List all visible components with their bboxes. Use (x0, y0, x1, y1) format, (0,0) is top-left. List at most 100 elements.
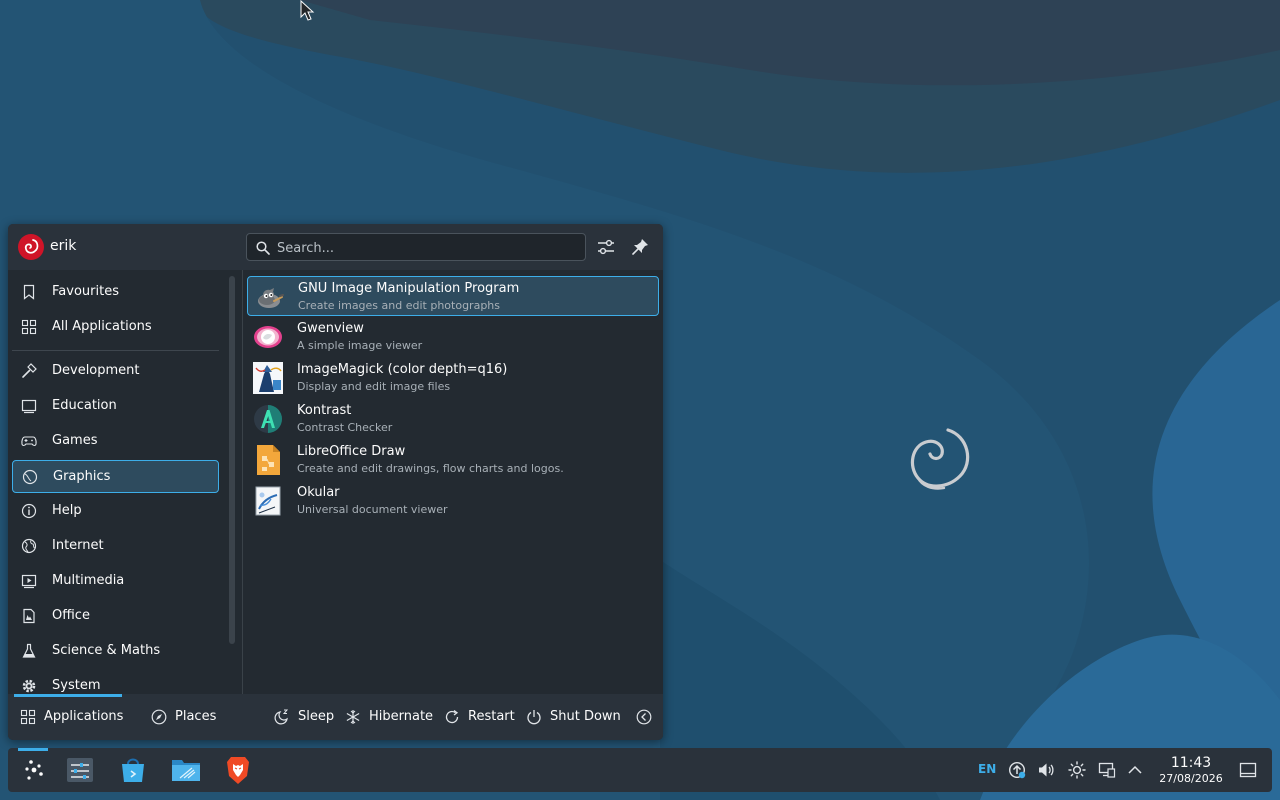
sleep-button[interactable]: Sleep (274, 694, 334, 740)
category-all-applications[interactable]: All Applications (12, 311, 219, 344)
category-education[interactable]: Education (12, 390, 219, 423)
volume-icon[interactable] (1037, 761, 1055, 779)
pin-icon[interactable] (629, 236, 651, 258)
app-description: Create images and edit photographs (298, 299, 501, 312)
flask-icon (22, 643, 36, 658)
sidebar-separator (12, 350, 219, 351)
brave-browser-icon[interactable] (222, 754, 254, 786)
category-office[interactable]: Office (12, 600, 219, 633)
category-label: System (52, 678, 101, 693)
monitor-icon (21, 399, 37, 414)
taskbar-panel: EN 11:43 27/08/2026 (8, 748, 1272, 792)
multimedia-icon (21, 574, 37, 589)
show-hidden-icons-chevron-up-icon[interactable] (1126, 761, 1144, 779)
sidebar-scrollbar[interactable] (229, 276, 235, 644)
app-description: Display and edit image files (297, 380, 451, 393)
tab-label: Places (175, 709, 217, 724)
tab-label: Applications (44, 709, 124, 724)
app-name: GNU Image Manipulation Program (298, 281, 520, 296)
button-label: Restart (468, 709, 515, 724)
category-label: Education (52, 398, 117, 413)
app-name: Okular (297, 485, 340, 500)
system-settings-icon[interactable] (64, 754, 96, 786)
button-label: Shut Down (550, 709, 621, 724)
category-favourites[interactable]: Favourites (12, 276, 219, 309)
leave-more-icon[interactable] (636, 709, 652, 725)
category-internet[interactable]: Internet (12, 530, 219, 563)
compass-icon (151, 709, 167, 725)
graphics-icon (22, 469, 38, 485)
launcher-footer: Applications Places Sleep Hibernate Rest… (8, 694, 663, 740)
app-description: A simple image viewer (297, 339, 423, 352)
button-label: Sleep (298, 709, 335, 724)
search-input[interactable] (275, 238, 579, 258)
category-label: Internet (52, 538, 104, 553)
search-field[interactable] (246, 233, 586, 261)
restart-icon (445, 709, 459, 724)
category-label: Multimedia (52, 573, 125, 588)
configure-sliders-icon[interactable] (595, 236, 617, 258)
kontrast-icon (254, 405, 282, 433)
user-name[interactable]: erik (50, 238, 76, 254)
clock-time[interactable]: 11:43 (1154, 755, 1228, 771)
grid-icon (21, 319, 37, 335)
tab-places[interactable]: Places (151, 694, 221, 740)
help-icon (21, 503, 37, 519)
app-description: Create and edit drawings, flow charts an… (297, 462, 564, 475)
updates-icon[interactable] (1008, 761, 1026, 779)
category-system[interactable]: System (12, 670, 219, 694)
gamepad-icon (21, 436, 37, 447)
launcher-header: erik (8, 224, 663, 270)
category-development[interactable]: Development (12, 355, 219, 388)
debian-logo-icon (24, 239, 39, 254)
gimp-icon (258, 288, 284, 308)
keyboard-layout-indicator[interactable]: EN (978, 762, 996, 776)
tab-applications[interactable]: Applications (20, 694, 130, 740)
category-sidebar: Favourites All Applications Development (8, 270, 224, 694)
category-multimedia[interactable]: Multimedia (12, 565, 219, 598)
search-icon (256, 241, 270, 255)
show-desktop-icon[interactable] (1239, 761, 1257, 779)
category-label: All Applications (52, 319, 152, 334)
category-label: Development (52, 363, 140, 378)
globe-icon (21, 538, 37, 554)
restart-button[interactable]: Restart (444, 694, 516, 740)
application-launcher-icon[interactable] (17, 754, 49, 786)
discover-store-icon[interactable] (117, 754, 149, 786)
okular-icon (255, 486, 281, 516)
mouse-cursor-icon (300, 0, 315, 21)
brightness-icon[interactable] (1068, 761, 1086, 779)
document-icon (23, 608, 35, 624)
app-description: Contrast Checker (297, 421, 393, 434)
application-launcher: erik Favourites (8, 224, 663, 740)
power-icon (527, 710, 541, 725)
snowflake-icon (346, 710, 360, 724)
app-item-imagemagick[interactable]: ImageMagick (color depth=q16) Display an… (247, 358, 659, 398)
category-games[interactable]: Games (12, 425, 219, 458)
app-item-libreoffice-draw[interactable]: LibreOffice Draw Create and edit drawing… (247, 440, 659, 480)
category-label: Office (52, 608, 90, 623)
hibernate-button[interactable]: Hibernate (345, 694, 435, 740)
bookmark-icon (23, 284, 35, 300)
category-science-maths[interactable]: Science & Maths (12, 635, 219, 668)
network-wired-icon[interactable] (1098, 761, 1116, 779)
app-item-okular[interactable]: Okular Universal document viewer (247, 481, 659, 521)
app-name: Gwenview (297, 321, 364, 336)
clock-date[interactable]: 27/08/2026 (1154, 772, 1228, 785)
button-label: Hibernate (369, 709, 434, 724)
app-name: Kontrast (297, 403, 352, 418)
user-avatar[interactable] (18, 234, 44, 260)
category-graphics[interactable]: Graphics (12, 460, 219, 493)
category-label: Games (52, 433, 98, 448)
app-item-gimp[interactable]: GNU Image Manipulation Program Create im… (247, 276, 659, 316)
app-item-gwenview[interactable]: Gwenview A simple image viewer (247, 317, 659, 357)
category-label: Science & Maths (52, 643, 161, 658)
category-help[interactable]: Help (12, 495, 219, 528)
file-manager-icon[interactable] (170, 754, 202, 786)
shutdown-button[interactable]: Shut Down (526, 694, 621, 740)
app-description: Universal document viewer (297, 503, 448, 516)
app-item-kontrast[interactable]: Kontrast Contrast Checker (247, 399, 659, 439)
launcher-active-indicator (18, 748, 48, 751)
imagemagick-icon (253, 362, 283, 394)
hammer-icon (22, 363, 37, 378)
